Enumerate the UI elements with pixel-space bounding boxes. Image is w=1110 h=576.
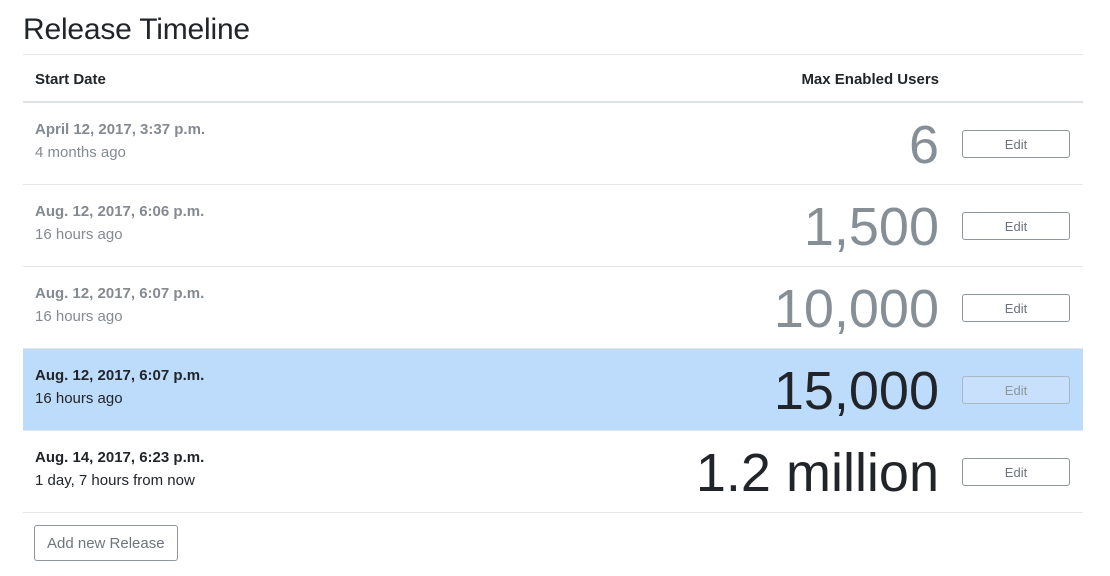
release-start-date: Aug. 12, 2017, 6:07 p.m. xyxy=(35,285,205,302)
release-relative-time: 16 hours ago xyxy=(35,308,123,325)
release-relative-time: 4 months ago xyxy=(35,144,126,161)
edit-button[interactable]: Edit xyxy=(962,294,1070,322)
release-relative-time: 16 hours ago xyxy=(35,226,123,243)
edit-button[interactable]: Edit xyxy=(962,458,1070,486)
release-row: Aug. 12, 2017, 6:07 p.m. 16 hours ago 10… xyxy=(23,267,1083,349)
table-header: Start Date Max Enabled Users xyxy=(23,55,1083,103)
release-row-current: Aug. 12, 2017, 6:07 p.m. 16 hours ago 15… xyxy=(23,349,1083,431)
max-enabled-users-value: 6 xyxy=(908,115,939,175)
release-start-date: Aug. 12, 2017, 6:06 p.m. xyxy=(35,203,205,220)
release-start-date: Aug. 14, 2017, 6:23 p.m. xyxy=(35,449,205,466)
release-start-date: April 12, 2017, 3:37 p.m. xyxy=(35,121,206,138)
column-header-max-users: Max Enabled Users xyxy=(801,71,939,88)
edit-button[interactable]: Edit xyxy=(962,376,1070,404)
max-enabled-users-value: 1,500 xyxy=(803,197,939,257)
max-enabled-users-value: 1.2 million xyxy=(695,443,939,503)
release-timeline-page: Release Timeline Start Date Max Enabled … xyxy=(0,0,1110,576)
release-relative-time: 16 hours ago xyxy=(35,390,123,407)
page-title: Release Timeline xyxy=(23,13,250,46)
release-start-date: Aug. 12, 2017, 6:07 p.m. xyxy=(35,367,205,384)
add-new-release-button[interactable]: Add new Release xyxy=(34,525,178,561)
edit-button[interactable]: Edit xyxy=(962,212,1070,240)
max-enabled-users-value: 15,000 xyxy=(773,361,939,421)
release-table: Start Date Max Enabled Users April 12, 2… xyxy=(23,54,1083,513)
max-enabled-users-value: 10,000 xyxy=(773,279,939,339)
edit-button[interactable]: Edit xyxy=(962,130,1070,158)
release-row: April 12, 2017, 3:37 p.m. 4 months ago 6… xyxy=(23,103,1083,185)
release-row: Aug. 14, 2017, 6:23 p.m. 1 day, 7 hours … xyxy=(23,431,1083,513)
column-header-start-date: Start Date xyxy=(35,71,106,88)
release-row: Aug. 12, 2017, 6:06 p.m. 16 hours ago 1,… xyxy=(23,185,1083,267)
release-relative-time: 1 day, 7 hours from now xyxy=(35,472,195,489)
